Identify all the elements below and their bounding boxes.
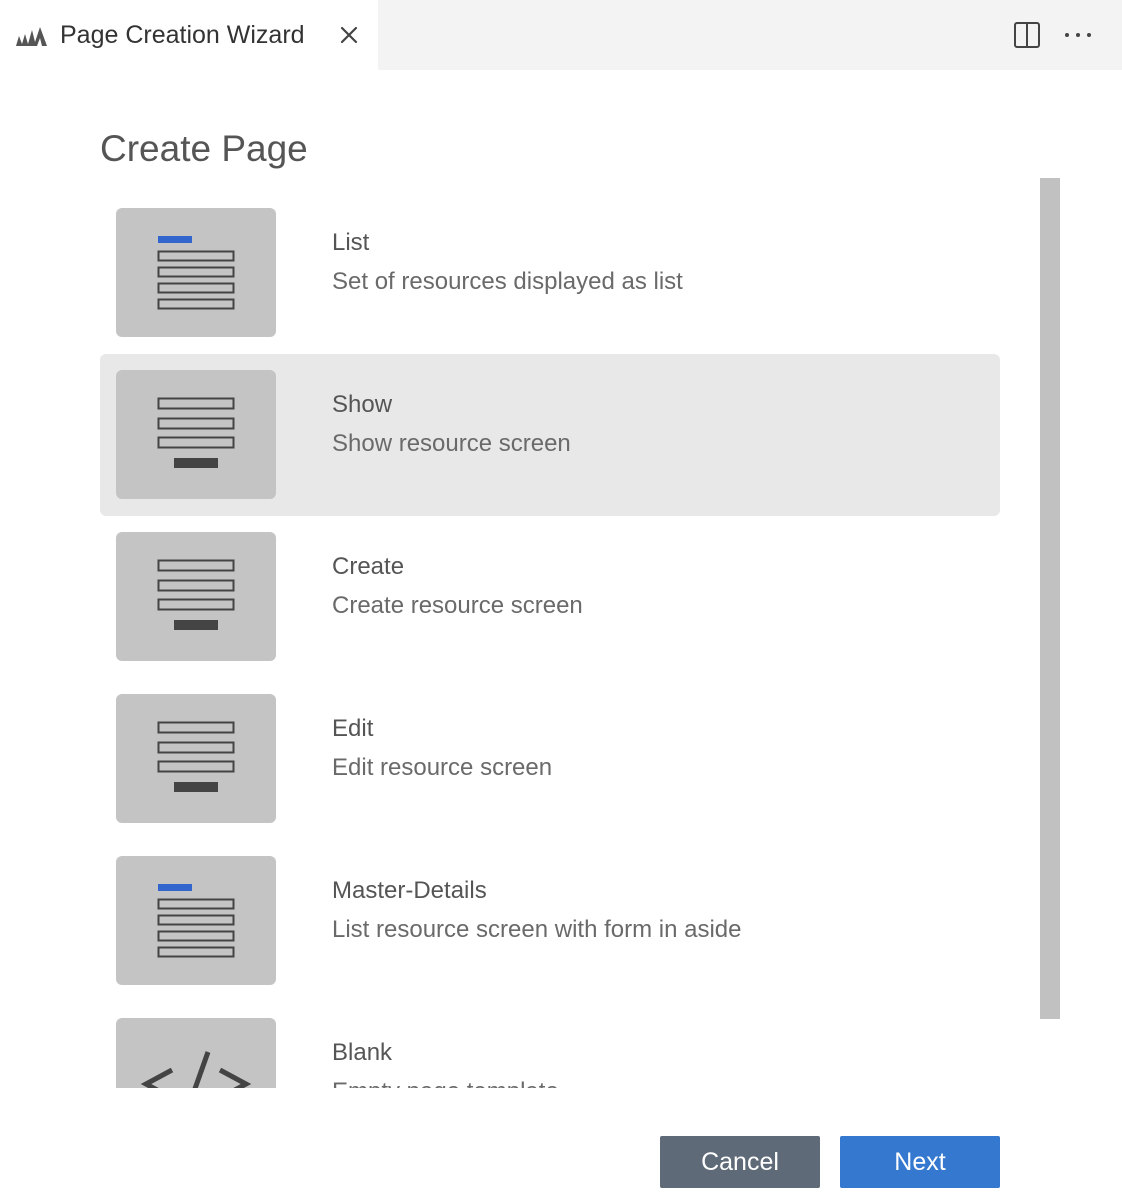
template-item-master-details[interactable]: Master-Details List resource screen with…	[100, 840, 1000, 1002]
template-thumbnail	[116, 532, 276, 661]
template-title: Master-Details	[332, 877, 487, 904]
template-title: Show	[332, 391, 393, 418]
template-description: Empty page template	[332, 1077, 559, 1088]
form-template-icon	[157, 397, 235, 468]
close-icon[interactable]	[336, 22, 362, 48]
template-title: Blank	[332, 1039, 393, 1066]
split-editor-icon[interactable]	[1012, 20, 1042, 50]
template-description: List resource screen with form in aside	[332, 916, 742, 943]
cancel-button[interactable]: Cancel	[660, 1136, 820, 1188]
template-description: Set of resources displayed as list	[332, 268, 683, 295]
next-button[interactable]: Next	[840, 1136, 1000, 1188]
template-item-show[interactable]: Show Show resource screen	[100, 354, 1000, 516]
template-description: Show resource screen	[332, 430, 571, 457]
list-scrollbar[interactable]	[1040, 178, 1060, 1019]
template-item-create[interactable]: Create Create resource screen	[100, 516, 1000, 678]
page-title: Create Page	[100, 128, 308, 169]
template-description: Create resource screen	[332, 592, 583, 619]
template-item-edit[interactable]: Edit Edit resource screen	[100, 678, 1000, 840]
template-item-list[interactable]: List Set of resources displayed as list	[100, 192, 1000, 354]
template-list: List Set of resources displayed as list …	[100, 192, 1010, 1088]
form-template-icon	[157, 559, 235, 630]
template-thumbnail	[116, 208, 276, 337]
template-thumbnail	[116, 856, 276, 985]
template-description: Edit resource screen	[332, 754, 553, 781]
more-actions-icon[interactable]	[1062, 20, 1094, 50]
tab-title: Page Creation Wizard	[60, 21, 305, 49]
template-title: Edit	[332, 715, 374, 742]
code-icon	[140, 1051, 252, 1088]
template-thumbnail	[116, 694, 276, 823]
list-template-icon	[157, 236, 235, 310]
template-thumbnail	[116, 1018, 276, 1088]
template-title: List	[332, 229, 370, 256]
list-template-icon	[157, 884, 235, 958]
editor-tab-bar: Page Creation Wizard	[0, 0, 1122, 70]
template-item-blank[interactable]: Blank Empty page template	[100, 1002, 1000, 1088]
logo-icon	[16, 27, 47, 46]
template-title: Create	[332, 553, 405, 580]
tab-page-creation-wizard[interactable]: Page Creation Wizard	[0, 0, 378, 70]
template-thumbnail	[116, 370, 276, 499]
form-template-icon	[157, 721, 235, 792]
